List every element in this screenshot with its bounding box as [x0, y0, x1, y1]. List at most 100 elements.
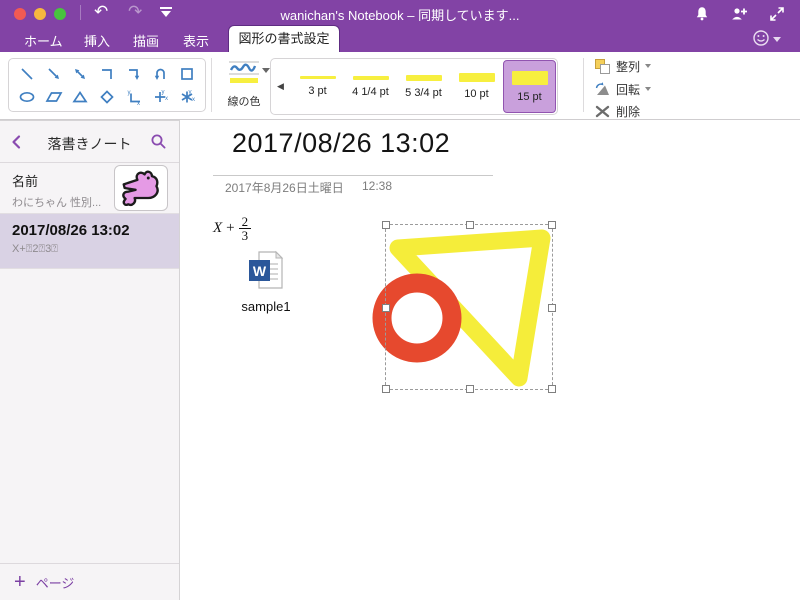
page-list-item-current[interactable]: 2017/08/26 13:02 X+⍰2⍰3⍰: [0, 214, 179, 269]
delete-button[interactable]: 削除: [594, 102, 640, 120]
shape-double-arrow-button[interactable]: [68, 64, 92, 84]
svg-text:y: y: [188, 89, 191, 95]
shape-elbow-connector-icon: [101, 68, 112, 79]
shape-arrow-button[interactable]: [42, 64, 66, 84]
shape-cross-axis-button[interactable]: yx: [148, 87, 172, 107]
arrange-label: 整列: [616, 59, 641, 74]
thickness-option-5-3-4pt[interactable]: 5 3/4 pt: [397, 60, 450, 113]
titlebar-separator: [80, 5, 81, 20]
shape-rectangle-button[interactable]: [175, 64, 199, 84]
thickness-bar: [405, 74, 442, 81]
shape-rectangle-icon: [181, 67, 193, 80]
word-attachment[interactable]: W sample1: [235, 250, 297, 314]
shape-star-axis-button[interactable]: yx: [175, 87, 199, 107]
shape-xy-axis-button[interactable]: yx: [122, 87, 146, 107]
thickness-option-15pt-selected[interactable]: 15 pt: [503, 60, 556, 113]
shape-ellipse-button[interactable]: [15, 87, 39, 107]
arrange-icon: [595, 58, 610, 74]
shape-double-arrow-icon: [75, 68, 86, 79]
math-equation[interactable]: X + 2 3: [213, 214, 252, 242]
equation-fraction: 2 3: [238, 214, 252, 242]
thickness-bar: [352, 75, 389, 80]
bell-icon[interactable]: [694, 6, 710, 22]
thickness-label: 3 pt: [308, 85, 327, 97]
thickness-gallery: ◀ 3 pt 4 1/4 pt 5 3/4 pt 10 pt 15 pt: [270, 58, 558, 115]
undo-icon[interactable]: ↶: [94, 2, 108, 22]
chevron-down-icon: [645, 87, 652, 91]
tab-insert[interactable]: 挿入: [84, 31, 110, 50]
resize-handle-ne[interactable]: [548, 221, 556, 229]
shape-parallelogram-button[interactable]: [42, 87, 66, 107]
tab-home[interactable]: ホーム: [24, 31, 63, 50]
add-page-button[interactable]: + ページ: [0, 563, 179, 600]
fullscreen-icon[interactable]: [769, 6, 785, 22]
thickness-label: 10 pt: [464, 88, 489, 100]
page-item-subtitle: X+⍰2⍰3⍰: [12, 243, 58, 255]
svg-text:x: x: [137, 101, 140, 105]
tab-shape-format-active[interactable]: 図形の書式設定: [228, 25, 340, 52]
resize-handle-s[interactable]: [466, 385, 474, 393]
rotate-label: 回転: [616, 82, 641, 97]
shape-u-turn-arrow-button[interactable]: [148, 64, 172, 84]
gallery-prev-button[interactable]: ◀: [277, 81, 284, 92]
equation-operator: +: [226, 220, 235, 236]
shape-arrow-icon: [48, 67, 59, 79]
thickness-option-10pt[interactable]: 10 pt: [450, 60, 503, 113]
thickness-bar: [458, 73, 495, 82]
resize-handle-nw[interactable]: [382, 221, 390, 229]
arrange-button[interactable]: 整列: [594, 57, 652, 75]
svg-text:y: y: [127, 90, 130, 96]
toolbar-collapse-icon[interactable]: [160, 7, 172, 17]
svg-text:x: x: [192, 97, 195, 103]
thickness-bar: [299, 76, 336, 79]
search-icon[interactable]: [150, 133, 167, 150]
shape-parallelogram-icon: [45, 91, 63, 102]
chevron-down-icon: [645, 64, 652, 68]
page-list-item-name[interactable]: 名前 わにちゃん 性別...: [0, 163, 179, 214]
line-color-label: 線の色: [227, 96, 261, 108]
shape-ellipse-icon: [19, 91, 35, 102]
page-canvas[interactable]: 2017/08/26 13:02 2017年8月26日土曜日 12:38 X +…: [180, 120, 800, 600]
thickness-option-4-1-4pt[interactable]: 4 1/4 pt: [344, 60, 397, 113]
selection-bounding-box[interactable]: [382, 221, 556, 393]
close-window-button[interactable]: [14, 8, 26, 20]
chevron-down-icon: [773, 36, 781, 42]
equation-variable: X: [213, 220, 223, 236]
page-title[interactable]: 2017/08/26 13:02: [232, 128, 450, 159]
fraction-numerator: 2: [241, 214, 249, 229]
tab-draw[interactable]: 描画: [133, 31, 159, 50]
word-document-icon: W: [249, 250, 284, 289]
svg-text:y: y: [162, 89, 165, 95]
thickness-bar: [511, 70, 548, 85]
zoom-window-button[interactable]: [54, 8, 66, 20]
resize-handle-w[interactable]: [382, 304, 390, 312]
shape-diamond-button[interactable]: [95, 87, 119, 107]
add-people-icon[interactable]: [731, 6, 748, 22]
rotate-icon: [595, 81, 609, 95]
shape-triangle-button[interactable]: [68, 87, 92, 107]
line-color-icon: [226, 59, 262, 85]
shape-gallery-panel: yx yx yx: [8, 58, 206, 112]
shape-cross-axis-icon: yx: [155, 89, 168, 102]
rotate-button[interactable]: 回転: [594, 80, 652, 98]
resize-handle-sw[interactable]: [382, 385, 390, 393]
shape-elbow-connector-button[interactable]: [95, 64, 119, 84]
resize-handle-e[interactable]: [548, 304, 556, 312]
shape-elbow-arrow-button[interactable]: [122, 64, 146, 84]
scribble-drawing-icon: [122, 170, 159, 206]
resize-handle-n[interactable]: [466, 221, 474, 229]
thickness-label: 15 pt: [517, 90, 542, 103]
svg-text:W: W: [253, 263, 267, 279]
svg-text:x: x: [165, 96, 168, 102]
shape-line-button[interactable]: [15, 64, 39, 84]
resize-handle-se[interactable]: [548, 385, 556, 393]
shape-diamond-icon: [100, 89, 114, 104]
line-color-button[interactable]: 線の色: [216, 59, 272, 111]
thickness-label: 5 3/4 pt: [405, 86, 442, 99]
tab-view[interactable]: 表示: [183, 31, 209, 50]
minimize-window-button[interactable]: [34, 8, 46, 20]
page-list-sidebar: 落書きノート 名前 わにちゃん 性別... 2017/08/26 13:02 X…: [0, 120, 180, 600]
redo-icon[interactable]: ↷: [128, 2, 142, 22]
thickness-option-3pt[interactable]: 3 pt: [291, 60, 344, 113]
feedback-smiley-button[interactable]: [752, 29, 781, 47]
